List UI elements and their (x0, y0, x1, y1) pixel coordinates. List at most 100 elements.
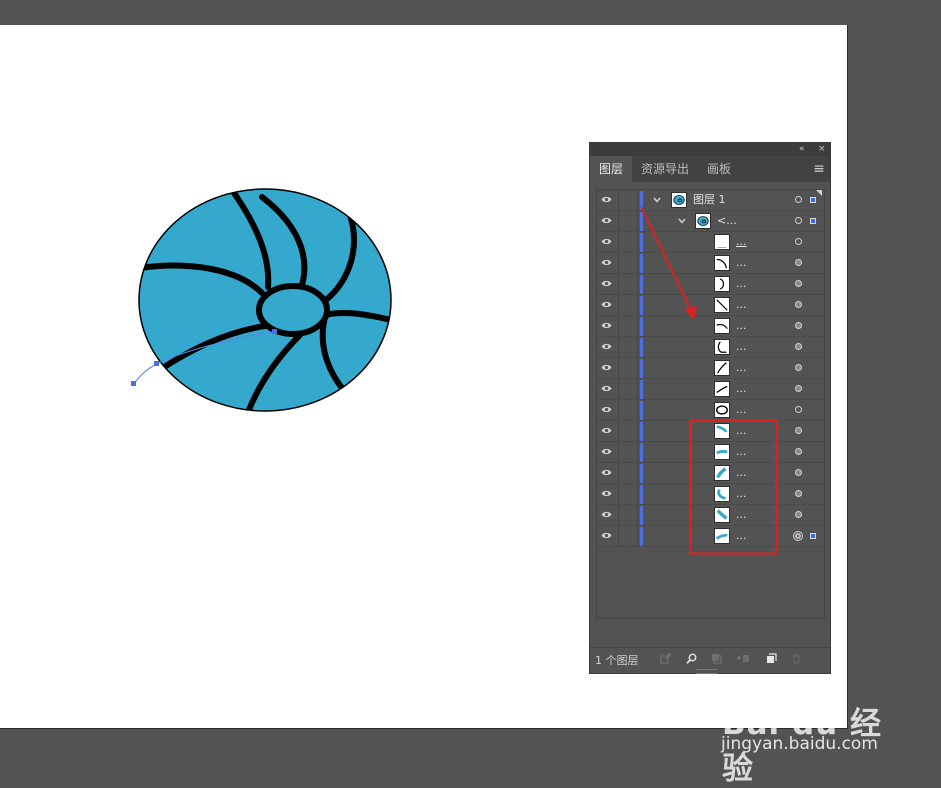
layer-row[interactable]: ... (597, 505, 824, 526)
layer-row[interactable]: ... (597, 358, 824, 379)
target-icon[interactable] (795, 196, 802, 203)
target-icon[interactable] (795, 406, 802, 413)
layer-row[interactable]: ... (597, 337, 824, 358)
layer-name[interactable]: ... (736, 403, 747, 417)
lock-toggle[interactable] (618, 316, 638, 336)
layer-row[interactable]: ... (597, 484, 824, 505)
layer-row[interactable]: ... (597, 421, 824, 442)
layer-name[interactable]: ... (736, 466, 747, 480)
target-icon[interactable] (793, 531, 803, 541)
layer-name[interactable]: ... (736, 277, 747, 291)
export-icon[interactable] (660, 653, 671, 664)
close-icon[interactable]: × (818, 143, 826, 156)
layer-row[interactable]: ... (597, 400, 824, 421)
layer-row[interactable]: ... (597, 442, 824, 463)
tab-layers[interactable]: 图层 (590, 156, 633, 182)
eye-icon[interactable] (601, 447, 612, 456)
layer-name[interactable]: ... (736, 361, 747, 375)
target-icon[interactable] (795, 238, 802, 245)
target-icon[interactable] (795, 343, 802, 350)
layers-panel[interactable]: « × 图层 资源导出 画板 ≡ 图层 1 <... ... ... ... .… (589, 142, 831, 674)
target-icon[interactable] (795, 259, 802, 266)
lock-toggle[interactable] (618, 253, 638, 273)
tab-asset-export[interactable]: 资源导出 (632, 156, 698, 182)
layer-row[interactable]: ... (597, 379, 824, 400)
lock-toggle[interactable] (618, 190, 638, 210)
eye-icon[interactable] (601, 321, 612, 330)
layer-name[interactable]: <... (717, 214, 737, 228)
target-icon[interactable] (795, 448, 802, 455)
panel-menu-icon[interactable]: ≡ (808, 156, 830, 182)
eye-icon[interactable] (601, 384, 612, 393)
lock-toggle[interactable] (618, 526, 638, 546)
layer-row[interactable]: ... (597, 274, 824, 295)
selection-indicator[interactable] (810, 218, 816, 224)
clip-mask-icon[interactable] (711, 653, 722, 664)
target-icon[interactable] (795, 469, 802, 476)
lock-toggle[interactable] (618, 442, 638, 462)
layer-row[interactable]: ... (597, 316, 824, 337)
eye-icon[interactable] (601, 258, 612, 267)
new-layer-icon[interactable] (766, 653, 777, 664)
layer-row[interactable]: ... (597, 463, 824, 484)
trash-icon[interactable] (791, 653, 802, 664)
layer-row[interactable]: ... (597, 295, 824, 316)
lock-toggle[interactable] (618, 463, 638, 483)
layer-row[interactable]: <... (597, 211, 824, 232)
target-icon[interactable] (795, 427, 802, 434)
eye-icon[interactable] (601, 468, 612, 477)
selection-indicator[interactable] (810, 533, 816, 539)
lock-toggle[interactable] (618, 211, 638, 231)
eye-icon[interactable] (601, 237, 612, 246)
layer-row[interactable]: ... (597, 526, 824, 547)
lock-toggle[interactable] (618, 295, 638, 315)
layer-row[interactable]: ... (597, 253, 824, 274)
layer-name[interactable]: ... (736, 382, 747, 396)
target-icon[interactable] (795, 280, 802, 287)
eye-icon[interactable] (601, 300, 612, 309)
target-icon[interactable] (795, 322, 802, 329)
resize-grip[interactable] (696, 669, 718, 674)
lock-toggle[interactable] (618, 484, 638, 504)
eye-icon[interactable] (601, 531, 612, 540)
selection-indicator[interactable] (810, 197, 816, 203)
eye-icon[interactable] (601, 342, 612, 351)
eye-icon[interactable] (601, 279, 612, 288)
target-icon[interactable] (795, 511, 802, 518)
eye-icon[interactable] (601, 405, 612, 414)
target-icon[interactable] (795, 385, 802, 392)
target-icon[interactable] (795, 364, 802, 371)
layer-name[interactable]: ... (736, 256, 747, 270)
layer-name[interactable]: ... (736, 235, 747, 249)
layer-name[interactable]: ... (736, 340, 747, 354)
eye-icon[interactable] (601, 426, 612, 435)
lock-toggle[interactable] (618, 232, 638, 252)
eye-icon[interactable] (601, 510, 612, 519)
layer-name[interactable]: 图层 1 (693, 193, 726, 207)
center-ring[interactable] (256, 283, 330, 337)
lock-toggle[interactable] (618, 400, 638, 420)
layer-name[interactable]: ... (736, 445, 747, 459)
anchor-point-2[interactable] (154, 361, 159, 366)
tab-artboards[interactable]: 画板 (698, 156, 740, 182)
new-sublayer-icon[interactable] (736, 653, 750, 664)
layer-name[interactable]: ... (736, 508, 747, 522)
layer-row[interactable]: 图层 1 (597, 190, 824, 211)
eye-icon[interactable] (601, 363, 612, 372)
target-icon[interactable] (795, 301, 802, 308)
layer-name[interactable]: ... (736, 487, 747, 501)
lock-toggle[interactable] (618, 421, 638, 441)
search-icon[interactable] (686, 653, 697, 664)
lock-toggle[interactable] (618, 505, 638, 525)
target-icon[interactable] (795, 490, 802, 497)
eye-icon[interactable] (601, 216, 612, 225)
layer-name[interactable]: ... (736, 529, 747, 543)
chevron-down-icon[interactable] (677, 216, 687, 226)
anchor-point-3[interactable] (272, 329, 277, 334)
lock-toggle[interactable] (618, 379, 638, 399)
layer-name[interactable]: ... (736, 319, 747, 333)
anchor-point-1[interactable] (131, 381, 136, 386)
layer-row[interactable]: ... (597, 232, 824, 253)
target-icon[interactable] (795, 217, 802, 224)
lock-toggle[interactable] (618, 274, 638, 294)
